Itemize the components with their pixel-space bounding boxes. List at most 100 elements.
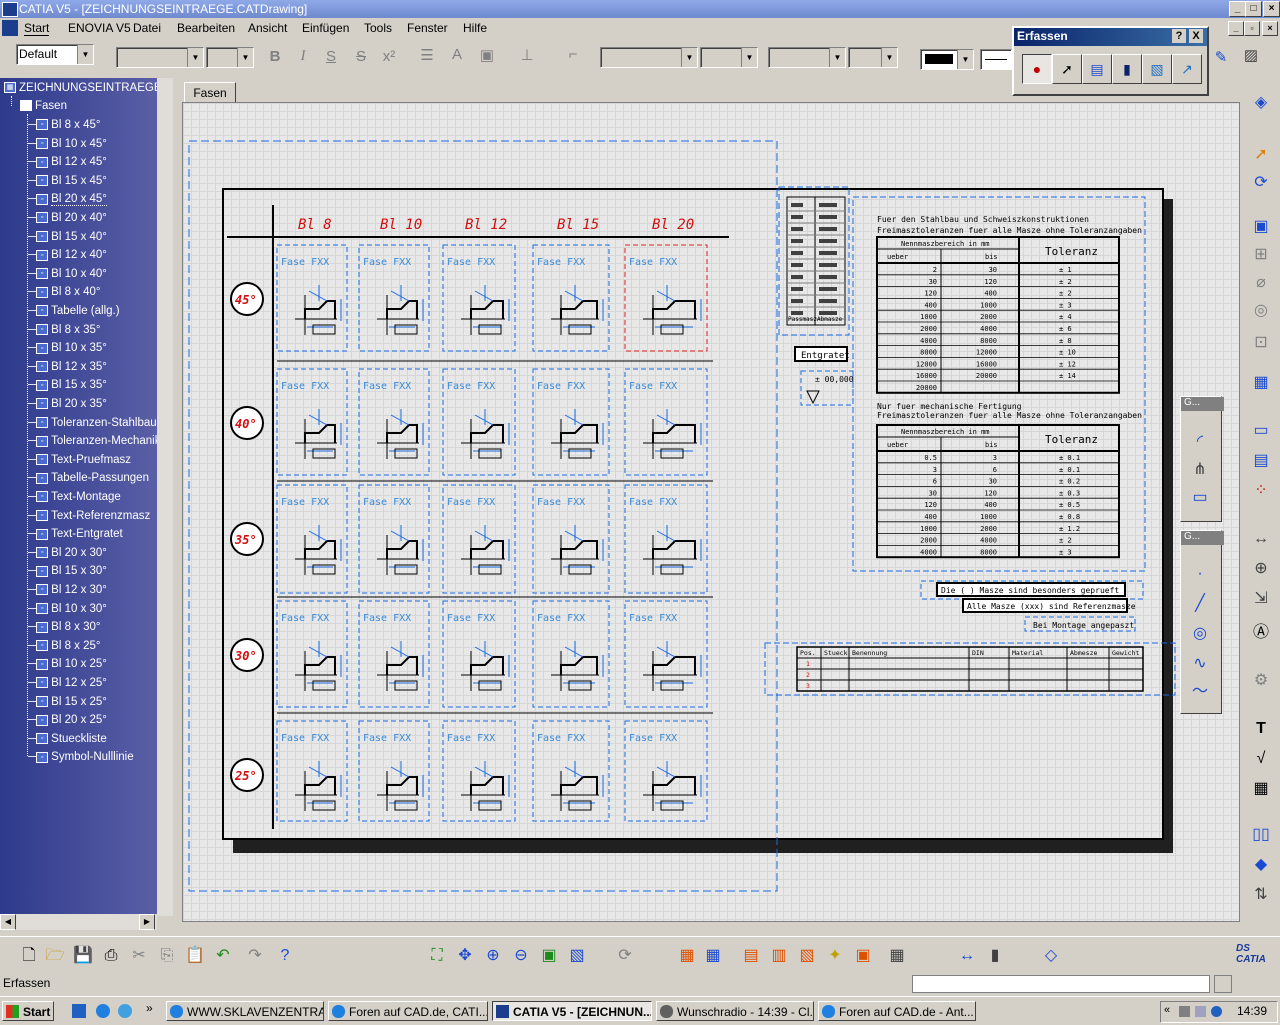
select-icon[interactable]: ➚: [1250, 144, 1272, 166]
chamfer-cell[interactable]: Fase FXX: [358, 368, 430, 476]
chamfer-cell[interactable]: Fase FXX: [532, 368, 610, 476]
chamfer-cell[interactable]: Fase FXX: [442, 244, 516, 352]
analysis-icon[interactable]: ▤: [740, 945, 762, 967]
tree-root[interactable]: ▦ ZEICHNUNGSEINTRAEGE: [4, 82, 162, 94]
view-mode-icon[interactable]: ▧: [566, 945, 588, 967]
menu-einfuegen[interactable]: Einfügen: [302, 21, 349, 35]
format-select[interactable]: ▼: [700, 47, 758, 68]
task-cad-foren-1[interactable]: Foren auf CAD.de, CATI...: [328, 1001, 488, 1021]
tree-item[interactable]: ─ ▫ Bl 12 x 30°: [28, 584, 107, 596]
app-menu-icon[interactable]: [2, 20, 18, 36]
task-catia[interactable]: CATIA V5 - [ZEICHNUN...: [492, 1001, 652, 1021]
tree-item[interactable]: ─ ▫ Bl 10 x 35°: [28, 342, 107, 354]
grid-icon[interactable]: ▤: [1250, 450, 1272, 472]
text-frame-icon[interactable]: A: [446, 46, 468, 63]
font-select[interactable]: ▼: [116, 47, 204, 68]
chamfer-cell[interactable]: Fase FXX: [276, 484, 348, 594]
section-icon[interactable]: ⌀: [1250, 272, 1272, 294]
tree-item[interactable]: ─ ▫ Bl 15 x 25°: [28, 696, 107, 708]
normal-view-icon[interactable]: ▣: [538, 945, 560, 967]
tree-item[interactable]: ─ ▫ Bl 20 x 45°: [28, 193, 107, 207]
table-icon[interactable]: ▦: [1250, 778, 1272, 800]
help-button[interactable]: ?: [1172, 29, 1186, 43]
clipping-icon[interactable]: ⊡: [1250, 332, 1272, 354]
drawing-icon[interactable]: ◈: [1250, 92, 1272, 114]
chamfer-cell[interactable]: Fase FXX: [276, 368, 348, 476]
tree-sheet-fasen[interactable]: Fasen: [20, 100, 67, 112]
command-input[interactable]: [912, 975, 1210, 993]
chamfer-cell[interactable]: Fase FXX: [442, 484, 516, 594]
chamfer-cell[interactable]: Fase FXX: [532, 484, 610, 594]
text-a-icon[interactable]: Ⓐ: [1250, 622, 1272, 644]
zoom-out-icon[interactable]: ⊖: [510, 945, 532, 967]
tree-horizontal-scrollbar[interactable]: ◀ ▶: [0, 914, 157, 930]
menu-fenster[interactable]: Fenster: [407, 21, 448, 35]
symmetry-icon[interactable]: ⋔: [1189, 459, 1211, 481]
frame-icon[interactable]: ▣: [476, 46, 498, 64]
close-button[interactable]: ×: [1263, 1, 1280, 17]
tree-item[interactable]: ─ ▫ Bl 15 x 35°: [28, 379, 107, 391]
chamfer-cell[interactable]: Fase FXX: [276, 244, 348, 352]
tray-antivirus-icon[interactable]: [1211, 1006, 1222, 1017]
tree-item[interactable]: ─ ▫ Text-Pruefmasz: [28, 454, 131, 466]
pen-icon[interactable]: ✎: [1210, 48, 1232, 66]
menu-datei[interactable]: Datei: [133, 21, 161, 35]
units-select[interactable]: ▼: [848, 47, 898, 68]
style-select[interactable]: Default ▼: [16, 44, 94, 65]
tree-item[interactable]: ─ ▫ Bl 15 x 30°: [28, 565, 107, 577]
tree-item[interactable]: ─ ▫ Bl 15 x 45°: [28, 175, 107, 187]
superscript-icon[interactable]: x²: [378, 48, 400, 65]
strikethrough-icon[interactable]: S: [350, 48, 372, 65]
power-input-icon[interactable]: [1214, 975, 1232, 993]
menu-start[interactable]: Start: [24, 21, 50, 36]
chamfer-cell[interactable]: Fase FXX: [532, 720, 610, 822]
pan-icon[interactable]: ✥: [454, 945, 476, 967]
anchor-icon[interactable]: ⊥: [516, 46, 538, 64]
chamfer-cell[interactable]: Fase FXX: [442, 600, 516, 708]
dimension-icon[interactable]: ⌐: [562, 46, 584, 63]
line-icon[interactable]: ╱: [1189, 593, 1211, 615]
tree-item[interactable]: ─ ▫ Bl 8 x 30°: [28, 621, 101, 633]
chamfer-cell[interactable]: Fase FXX: [358, 600, 430, 708]
chamfer-cell[interactable]: Fase FXX: [358, 720, 430, 822]
chamfer-cell[interactable]: Fase FXX: [442, 368, 516, 476]
minimize-button[interactable]: _: [1229, 1, 1246, 17]
tolerance-select[interactable]: ▼: [600, 47, 698, 68]
redo-icon[interactable]: ↷: [244, 945, 266, 967]
box-icon[interactable]: ▭: [1189, 487, 1211, 509]
detail-icon[interactable]: ◎: [1250, 300, 1272, 322]
chamfer-cell[interactable]: Fase FXX: [624, 368, 708, 476]
tree-item[interactable]: ─ ▫ Bl 8 x 25°: [28, 640, 101, 652]
profile-icon[interactable]: ∿: [1189, 653, 1211, 675]
chamfer-cell[interactable]: Fase FXX: [276, 600, 348, 708]
tree-item[interactable]: ─ ▫ Bl 10 x 30°: [28, 603, 107, 615]
filter-icon[interactable]: ▥: [768, 945, 790, 967]
highlight-icon[interactable]: ✦: [824, 945, 846, 967]
cut-icon[interactable]: ✂: [128, 945, 150, 967]
wizard-icon[interactable]: ▦: [1250, 372, 1272, 394]
roughness-icon[interactable]: √: [1250, 748, 1272, 770]
save-icon[interactable]: 💾: [72, 945, 94, 967]
underline-icon[interactable]: S: [320, 48, 342, 65]
balloon-icon[interactable]: ⇲: [1250, 588, 1272, 610]
arc-icon[interactable]: ◜: [1189, 431, 1211, 453]
menu-tools[interactable]: Tools: [364, 21, 392, 35]
menu-hilfe[interactable]: Hilfe: [463, 21, 487, 35]
rectangle-icon[interactable]: ▭: [1250, 420, 1272, 442]
tree-item[interactable]: ─ ▫ Toleranzen-Mechanik: [28, 435, 160, 447]
datum-icon[interactable]: ⊕: [1250, 558, 1272, 580]
tree-item[interactable]: ─ ▫ Bl 20 x 35°: [28, 398, 107, 410]
tree-item[interactable]: ─ ▫ Tabelle-Passungen: [28, 472, 149, 484]
tray-volume-icon[interactable]: [1195, 1006, 1206, 1017]
copy-icon[interactable]: ⎘: [156, 945, 178, 967]
dimension-icon[interactable]: ↔: [1250, 528, 1272, 550]
erfassen-close-button[interactable]: X: [1189, 29, 1203, 43]
tree-item[interactable]: ─ ▫ Bl 8 x 40°: [28, 286, 101, 298]
tree-item[interactable]: ─ ▫ Bl 20 x 40°: [28, 212, 107, 224]
annot-icon[interactable]: ▣: [852, 945, 874, 967]
tree-item[interactable]: ─ ▫ Bl 20 x 30°: [28, 547, 107, 559]
tree-item[interactable]: ─ ▫ Symbol-Nulllinie: [28, 751, 134, 763]
update-icon[interactable]: ⟳: [1250, 172, 1272, 194]
menu-enovia[interactable]: ENOVIA V5: [68, 21, 131, 35]
tree-item[interactable]: ─ ▫ Bl 10 x 25°: [28, 658, 107, 670]
